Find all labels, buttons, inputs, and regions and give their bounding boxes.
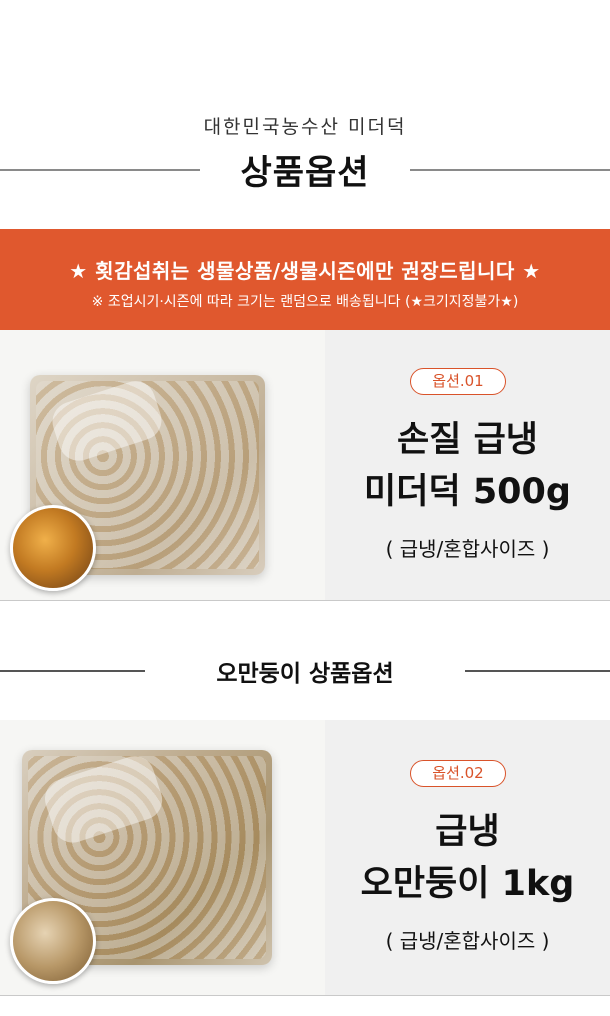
page-title: 상품옵션 — [240, 153, 370, 193]
divider-line — [0, 995, 610, 996]
section-title: 오만둥이 상품옵션 — [216, 661, 394, 687]
product-photo — [0, 720, 325, 995]
divider-line — [410, 169, 610, 171]
product-option-1[interactable]: 옵션.01 손질 급냉 미더덕 500g ( 급냉/혼합사이즈 ) — [0, 330, 610, 601]
notice-banner: ★ 횟감섭취는 생물상품/생물시즌에만 권장드립니다 ★ ※ 조업시기·시즌에 … — [0, 229, 610, 330]
product-info: 옵션.01 손질 급냉 미더덕 500g ( 급냉/혼합사이즈 ) — [325, 330, 610, 600]
product-name-line1: 급냉 — [435, 812, 500, 852]
product-info: 옵션.02 급냉 오만둥이 1kg ( 급냉/혼합사이즈 ) — [325, 720, 610, 995]
origin-label: 대한민국농수산 미더덕 — [203, 116, 407, 138]
divider-line — [465, 670, 610, 672]
product-size-note: ( 급냉/혼합사이즈 ) — [385, 929, 550, 953]
product-photo — [0, 330, 325, 600]
product-closeup-image — [10, 505, 96, 591]
divider-line — [0, 670, 145, 672]
product-name-line2: 미더덕 500g — [364, 472, 571, 512]
product-option-2[interactable]: 옵션.02 급냉 오만둥이 1kg ( 급냉/혼합사이즈 ) — [0, 720, 610, 996]
page-header: 대한민국농수산 미더덕 상품옵션 — [0, 0, 610, 230]
option-badge: 옵션.02 — [410, 760, 506, 787]
product-size-note: ( 급냉/혼합사이즈 ) — [385, 537, 550, 561]
product-name-line1: 손질 급냉 — [397, 420, 538, 460]
product-closeup-image — [10, 898, 96, 984]
product-name-line2: 오만둥이 1kg — [360, 864, 575, 904]
divider-line — [0, 169, 200, 171]
option-badge: 옵션.01 — [410, 368, 506, 395]
title-row: 상품옵션 — [0, 145, 610, 195]
banner-main-text: ★ 횟감섭취는 생물상품/생물시즌에만 권장드립니다 ★ — [69, 259, 541, 283]
divider-line — [0, 600, 610, 601]
banner-sub-text: ※ 조업시기·시즌에 따라 크기는 랜덤으로 배송됩니다 (★크기지정불가★) — [91, 294, 519, 310]
section-header: 오만둥이 상품옵션 — [0, 640, 610, 700]
